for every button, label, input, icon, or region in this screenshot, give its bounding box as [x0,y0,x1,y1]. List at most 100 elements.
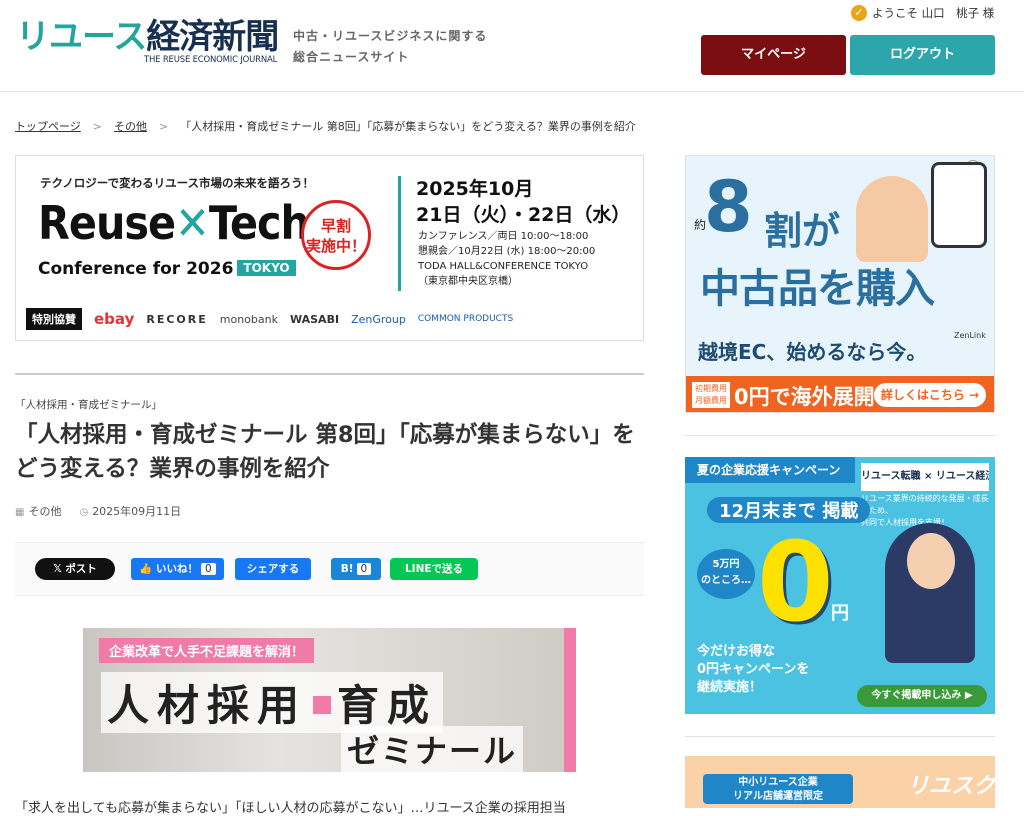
sponsor-row: 特別協賛 ebay RECORE monobank WASABI ZenGrou… [26,308,513,330]
sidebar-separator [685,435,995,436]
breadcrumb-category-link[interactable]: その他 [114,120,147,133]
sponsor-zengroup: ZenGroup [351,312,406,326]
eyecatch-right: 育成 [337,681,438,730]
article-category[interactable]: 「人材採用・育成ゼミナール」 [15,397,162,412]
line-share-button[interactable]: LINEで送る [390,558,478,580]
pink-square-icon [313,696,332,714]
banner-tech: Tech [208,196,310,250]
ad1-bottom-bar: 初期費用 月額費用 0円で海外展開 詳しくはこちら → [686,376,994,412]
hatena-label: B! [340,563,354,575]
like-label: いいね！ [156,563,199,575]
logo-subtitle: THE REUSE ECONOMIC JOURNAL [144,55,278,65]
site-header: リユース経済新聞 THE REUSE ECONOMIC JOURNAL 中古・リ… [0,0,1024,92]
early-bird-badge: 早割 実施中！ [301,200,371,270]
hatena-bookmark-button[interactable]: B! 0 [331,558,381,580]
eyecatch-heading: 人材採用 育成 [101,672,444,733]
sponsor-wasabi: WASABI [289,312,340,326]
thumbs-up-icon: 👍 [139,563,157,575]
share-bar: 𝕏 ポスト 👍 いいね！ 0 シェアする B! 0 LINEで送る [15,542,644,596]
ad2-yen: 円 [831,603,849,624]
sponsor-recore: RECORE [146,312,208,326]
ad2-cta-button[interactable]: 今すぐ掲載申し込み ▶ [857,685,987,707]
ad2-woman-face [907,533,955,589]
mypage-button[interactable]: マイページ [701,35,846,75]
logo-reuse: リユース [16,17,147,57]
sidebar-ad-zenlink[interactable]: i 約 8 割が 中古品を購入 越境EC、始めるなら今。 ZenLink 初期費… [685,155,995,413]
welcome-message: ✓ ようこそ 山口 桃子 様 [851,5,994,21]
banner-info-2: 懇親会／10月22日 (水) 18:00～20:00 [418,246,596,257]
sidebar-separator [685,736,995,737]
ad1-more-button[interactable]: 詳しくはこちら → [874,383,986,407]
x-icon: 𝕏 [53,563,66,575]
conference-banner[interactable]: テクノロジーで変わるリユース市場の未来を語ろう！ Reuse✕Tech Conf… [15,155,644,341]
grid-icon: ▦ [15,507,25,518]
breadcrumb-current: 「人材採用・育成ゼミナール 第8回」「応募が集まらない」をどう変える？業界の事例… [180,120,636,133]
x-post-label: ポスト [65,563,97,575]
banner-reuse-tech: Reuse✕Tech [38,196,310,250]
sponsor-monobank: monobank [219,312,278,326]
welcome-text: ようこそ 山口 桃子 様 [872,6,995,20]
ad1-subline: 越境EC、始めるなら今。 [698,340,927,364]
site-logo[interactable]: リユース経済新聞 THE REUSE ECONOMIC JOURNAL [16,17,279,70]
ad1-brand: ZenLink [954,331,986,340]
article-body-start: 「求人を出しても応募が集まらない」「ほしい人材の応募がこない」…リユース企業の採… [15,801,566,816]
banner-conference: Conference for 2026 TOKYO [38,259,296,279]
eyecatch-ribbon: 企業改革で人手不足課題を解消！ [99,638,315,663]
eyecatch-left: 人材採用 [107,681,308,730]
site-tagline: 中古・リユースビジネスに関する 総合ニュースサイト [293,26,487,68]
check-circle-icon: ✓ [851,5,867,21]
ad3-tag: 中小リユース企業 リアル店舗運営限定 [703,774,853,804]
banner-date-month: 2025年10月 [416,178,534,200]
ad1-wari: 割が [764,209,841,253]
ad-person-illustration [856,176,928,262]
banner-reuse: Reuse [38,196,176,250]
sidebar-ad-reusuku[interactable]: 中小リユース企業 リアル店舗運営限定 リユスク [685,756,995,808]
x-post-button[interactable]: 𝕏 ポスト [35,558,115,580]
banner-info-3: TODA HALL&CONFERENCE TOKYO [418,261,589,272]
meta-category-label: その他 [28,505,62,518]
clock-icon: ◷ [79,507,89,518]
breadcrumb-separator: > [92,120,102,133]
ad2-logo: リユース転職 × リユース経済新聞 [861,463,989,491]
meta-category[interactable]: ▦ その他 [15,503,61,519]
ad2-campaign: 夏の企業応援キャンペーン [685,457,855,483]
phone-icon [931,162,987,248]
breadcrumb: トップページ > その他 > 「人材採用・育成ゼミナール 第8回」「応募が集まらない」を… [15,118,636,134]
sponsor-ebay: ebay [94,310,135,328]
hatena-count: 0 [356,563,372,575]
tagline-line1: 中古・リユースビジネスに関する [293,29,488,43]
ad2-zero: 0 [757,518,834,646]
meta-date: ◷ 2025年09月11日 [79,503,181,519]
like-count: 0 [201,563,216,575]
sponsor-common-products: COMMON PRODUCTS [417,314,514,324]
logo-text: リユース経済新聞 [16,17,279,57]
sponsor-label: 特別協賛 [26,308,82,330]
ad3-logo: リユスク [907,774,995,799]
eyecatch-seminar: ゼミナール [341,726,524,772]
logo-keizai: 経済新聞 [146,17,279,57]
ad1-eight: 8 [704,166,753,248]
section-divider [15,373,644,375]
banner-tagline: テクノロジーで変わるリユース市場の未来を語ろう！ [40,176,315,190]
banner-divider [398,176,401,291]
ad1-headline: 中古品を購入 [700,266,935,312]
facebook-like-button[interactable]: 👍 いいね！ 0 [131,558,224,580]
banner-tokyo: TOKYO [237,260,296,276]
tagline-line2: 総合ニュースサイト [293,50,410,64]
article-meta: ▦ その他 ◷ 2025年09月11日 [15,503,181,519]
breadcrumb-home-link[interactable]: トップページ [15,120,81,133]
article-title: 「人材採用・育成ゼミナール 第8回」「応募が集まらない」をどう変える？業界の事例… [15,422,635,482]
eyecatch-pink-bar [564,628,576,772]
logout-button[interactable]: ログアウト [850,35,995,75]
banner-info-4: （東京都中央区京橋） [418,276,518,287]
facebook-share-button[interactable]: シェアする [235,558,311,580]
banner-date-days: 21日（火）・22日（水） [416,204,631,226]
ad2-bottom-text: 今だけお得な 0円キャンペーンを 継続実施！ [697,644,810,695]
breadcrumb-separator: > [159,120,169,133]
ad2-was-price: 5万円 のところ… [697,549,755,599]
sidebar-ad-reuse-tenshoku[interactable]: 夏の企業応援キャンペーン リユース転職 × リユース経済新聞 リユース業界の持続… [685,457,995,714]
meta-date-label: 2025年09月11日 [92,505,182,518]
banner-info-1: カンファレンス／両日 10:00～18:00 [418,231,589,242]
ad1-fee-label: 初期費用 月額費用 [692,382,730,408]
article-eyecatch-image: 企業改革で人手不足課題を解消！ 人材採用 育成 ゼミナール [83,628,576,772]
